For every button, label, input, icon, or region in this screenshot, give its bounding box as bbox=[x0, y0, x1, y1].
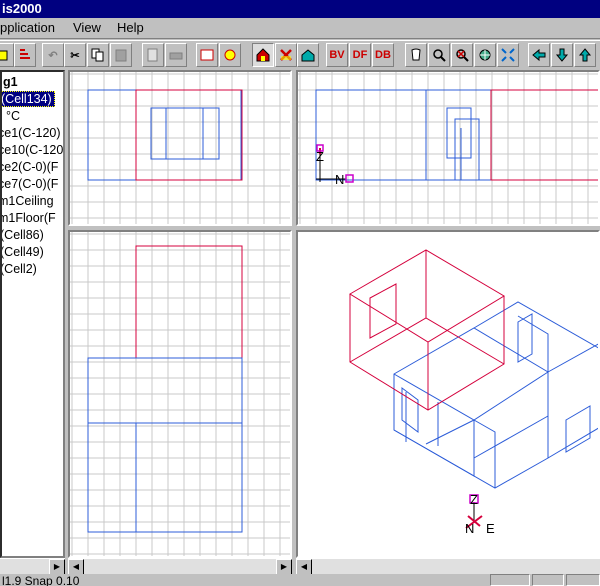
circle-icon[interactable] bbox=[219, 43, 241, 67]
bv-button[interactable]: BV bbox=[326, 43, 348, 67]
zoom-out-icon[interactable] bbox=[451, 43, 473, 67]
preview-icon[interactable] bbox=[142, 43, 164, 67]
tree-hscrollbar[interactable]: ▶ bbox=[0, 558, 65, 575]
fit-icon[interactable] bbox=[497, 43, 519, 67]
status-cell bbox=[532, 574, 564, 586]
tree-item[interactable]: °C bbox=[6, 108, 20, 125]
side-hscrollbar[interactable]: ◀ ▶ bbox=[68, 558, 292, 575]
home-icon[interactable] bbox=[252, 43, 274, 67]
scroll-left-icon[interactable]: ◀ bbox=[296, 559, 312, 575]
menu-application[interactable]: pplication bbox=[0, 20, 55, 36]
iso-axis-n-label: N bbox=[465, 521, 474, 536]
tree-item[interactable]: (Cell86) bbox=[2, 227, 44, 244]
plan-view-drawing bbox=[70, 72, 290, 224]
axis-z-label: Z bbox=[316, 149, 324, 164]
scroll-right-icon[interactable]: ▶ bbox=[49, 559, 65, 575]
calendar-icon[interactable] bbox=[196, 43, 218, 67]
iso-view-pane[interactable]: Z N E bbox=[296, 230, 600, 558]
delete-x-icon[interactable] bbox=[275, 43, 297, 67]
toolbar: ↶ ✂ BV DF DB bbox=[0, 40, 600, 70]
tree-item[interactable]: (Cell2) bbox=[2, 261, 37, 278]
scroll-track[interactable] bbox=[312, 559, 600, 575]
tree-item[interactable]: ce2(C-0)(F bbox=[2, 159, 58, 176]
tree-item[interactable]: m1Floor(F bbox=[2, 210, 56, 227]
menu-bar: pplication View Help bbox=[0, 18, 600, 39]
scroll-right-icon[interactable]: ▶ bbox=[276, 559, 292, 575]
front-view-pane[interactable]: Z N bbox=[296, 70, 600, 226]
status-cell bbox=[490, 574, 530, 586]
menu-view[interactable]: View bbox=[73, 20, 101, 36]
scroll-left-icon[interactable]: ◀ bbox=[68, 559, 84, 575]
tree-icon[interactable] bbox=[14, 43, 36, 67]
scroll-track[interactable] bbox=[84, 559, 276, 575]
undo-icon[interactable]: ↶ bbox=[42, 43, 64, 67]
object-tree[interactable]: g1 (Cell134) °C ce1(C-120) ce10(C-120 ce… bbox=[0, 70, 65, 558]
new-icon[interactable] bbox=[0, 43, 14, 67]
status-text: l1.9 Snap 0.10 bbox=[2, 574, 80, 586]
tree-item[interactable]: m1Ceiling bbox=[2, 193, 54, 210]
building-icon[interactable] bbox=[297, 43, 319, 67]
side-view-pane[interactable] bbox=[68, 230, 292, 558]
tree-item[interactable]: ce10(C-120 bbox=[2, 142, 63, 159]
iso-view-drawing: Z N E bbox=[349, 249, 598, 536]
tree-item[interactable]: g1 bbox=[3, 74, 18, 91]
status-cell bbox=[566, 574, 600, 586]
iso-axis-z-label: Z bbox=[470, 492, 478, 507]
front-view-drawing: Z N bbox=[298, 72, 598, 224]
iso-axis-e-label: E bbox=[486, 521, 495, 536]
menu-help[interactable]: Help bbox=[117, 20, 144, 36]
tooth-icon[interactable] bbox=[405, 43, 427, 67]
scroll-track[interactable] bbox=[0, 559, 49, 575]
axis-n-label: N bbox=[335, 172, 344, 187]
plan-view-pane[interactable] bbox=[68, 70, 292, 226]
copy-icon[interactable] bbox=[87, 43, 109, 67]
zoom-icon[interactable] bbox=[428, 43, 450, 67]
tree-item[interactable]: ce1(C-120) bbox=[2, 125, 61, 142]
pan-icon[interactable] bbox=[474, 43, 496, 67]
status-bar: l1.9 Snap 0.10 bbox=[0, 574, 600, 586]
iso-hscrollbar[interactable]: ◀ bbox=[296, 558, 600, 575]
window-title: is2000 bbox=[2, 1, 42, 16]
cut-icon[interactable]: ✂ bbox=[64, 43, 86, 67]
tree-item-selected[interactable]: (Cell134) bbox=[2, 91, 55, 108]
title-bar: is2000 bbox=[0, 0, 600, 18]
arrow-down-icon[interactable] bbox=[551, 43, 573, 67]
arrow-up-icon[interactable] bbox=[574, 43, 596, 67]
arrow-left-icon[interactable] bbox=[528, 43, 550, 67]
paste-icon[interactable] bbox=[110, 43, 132, 67]
print-icon[interactable] bbox=[165, 43, 187, 67]
tree-item[interactable]: ce7(C-0)(F bbox=[2, 176, 58, 193]
db-button[interactable]: DB bbox=[372, 43, 394, 67]
tree-item[interactable]: (Cell49) bbox=[2, 244, 44, 261]
side-view-drawing bbox=[70, 232, 290, 556]
df-button[interactable]: DF bbox=[349, 43, 371, 67]
